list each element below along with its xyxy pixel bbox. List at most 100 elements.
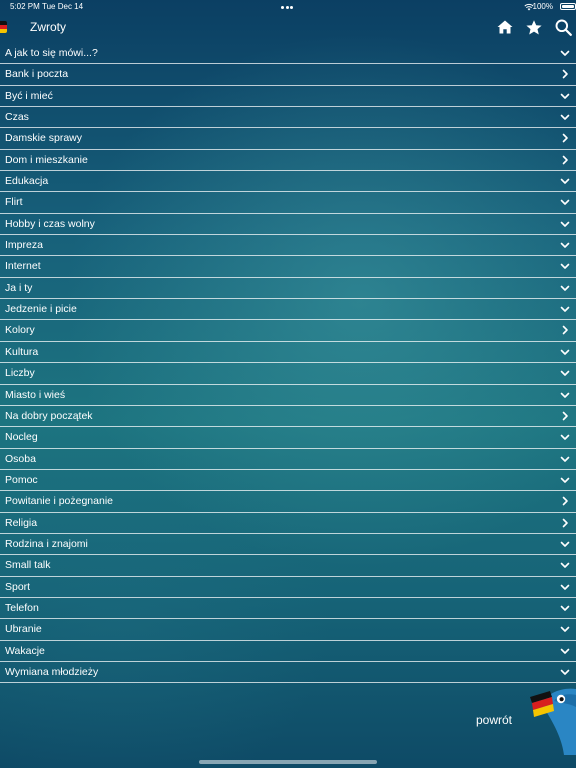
category-row[interactable]: Impreza <box>0 235 576 257</box>
flag-germany-icon <box>0 21 7 33</box>
chevron-down-icon <box>560 221 570 227</box>
home-indicator[interactable] <box>199 760 377 764</box>
chevron-down-icon <box>560 114 570 120</box>
category-label: Być i mieć <box>5 89 53 102</box>
category-row[interactable]: Kolory <box>0 320 576 342</box>
category-row[interactable]: Small talk <box>0 555 576 577</box>
nav-bar: Zwroty <box>0 14 576 40</box>
category-label: Sport <box>5 580 31 593</box>
chevron-down-icon <box>560 264 570 270</box>
chevron-down-icon <box>560 434 570 440</box>
category-row[interactable]: Kultura <box>0 342 576 364</box>
chevron-down-icon <box>560 605 570 611</box>
category-label: Damskie sprawy <box>5 132 83 145</box>
category-label: Dom i mieszkanie <box>5 153 88 166</box>
category-row[interactable]: Wakacje <box>0 641 576 662</box>
category-row[interactable]: Sport <box>0 577 576 598</box>
status-date: Tue Dec 14 <box>42 2 84 11</box>
chevron-right-icon <box>562 134 568 143</box>
chevron-down-icon <box>560 370 570 376</box>
category-label: Rodzina i znajomi <box>5 537 88 550</box>
category-label: Miasto i wieś <box>5 388 66 401</box>
category-list: A jak to się mówi...? Bank i poczta Być i … <box>0 43 576 684</box>
category-row[interactable]: Ubranie <box>0 619 576 641</box>
category-row[interactable]: Wymiana młodzieży <box>0 662 576 684</box>
chevron-down-icon <box>560 669 570 675</box>
category-label: Kultura <box>5 345 39 358</box>
category-label: Liczby <box>5 367 35 380</box>
category-label: Powitanie i pożegnanie <box>5 495 113 508</box>
category-label: Ja i ty <box>5 281 33 294</box>
category-row[interactable]: Nocleg <box>0 427 576 449</box>
category-label: Wymiana młodzieży <box>5 665 99 678</box>
category-label: Hobby i czas wolny <box>5 217 95 230</box>
star-icon <box>526 19 542 34</box>
mascot-bird-flag-icon <box>530 688 576 755</box>
category-label: Impreza <box>5 239 43 252</box>
category-row[interactable]: Damskie sprawy <box>0 128 576 150</box>
multitasking-dots-icon[interactable] <box>281 6 295 9</box>
category-row[interactable]: Jedzenie i picie <box>0 299 576 321</box>
category-label: Bank i poczta <box>5 68 69 81</box>
chevron-right-icon <box>562 411 568 421</box>
chevron-down-icon <box>560 626 570 633</box>
chevron-down-icon <box>560 392 570 398</box>
category-label: Ubranie <box>5 623 42 636</box>
chevron-down-icon <box>560 93 570 99</box>
chevron-right-icon <box>562 70 568 79</box>
category-row[interactable]: Bank i poczta <box>0 64 576 86</box>
category-label: Telefon <box>5 601 39 614</box>
category-label: Small talk <box>5 559 51 572</box>
chevron-down-icon <box>560 178 570 184</box>
back-button[interactable]: powrót <box>476 713 512 728</box>
chevron-down-icon <box>560 242 570 248</box>
category-row[interactable]: Telefon <box>0 598 576 620</box>
chevron-down-icon <box>560 50 570 56</box>
chevron-down-icon <box>560 306 570 312</box>
category-label: Flirt <box>5 196 23 209</box>
category-label: Jedzenie i picie <box>5 303 77 316</box>
category-row[interactable]: Religia <box>0 513 576 534</box>
chevron-right-icon <box>562 326 568 335</box>
category-row[interactable]: Hobby i czas wolny <box>0 214 576 236</box>
category-row[interactable]: Flirt <box>0 192 576 214</box>
category-row[interactable]: A jak to się mówi...? <box>0 43 576 65</box>
chevron-down-icon <box>560 562 570 569</box>
chevron-right-icon <box>562 518 568 527</box>
category-row[interactable]: Osoba <box>0 449 576 470</box>
category-row[interactable]: Czas <box>0 107 576 129</box>
category-row[interactable]: Ja i ty <box>0 278 576 300</box>
category-label: Na dobry początek <box>5 409 93 422</box>
category-label: Edukacja <box>5 175 49 188</box>
chevron-down-icon <box>560 477 570 483</box>
category-label: A jak to się mówi...? <box>5 47 98 59</box>
category-label: Religia <box>5 516 38 529</box>
status-time: 5:02 PM <box>10 2 40 11</box>
battery-percentage: 100% <box>532 2 553 11</box>
category-label: Kolory <box>5 324 35 337</box>
category-label: Internet <box>5 260 41 273</box>
category-label: Czas <box>5 111 29 124</box>
chevron-down-icon <box>560 456 570 462</box>
battery-icon <box>560 3 576 10</box>
search-icon <box>555 19 572 36</box>
category-label: Nocleg <box>5 431 38 444</box>
category-row[interactable]: Na dobry początek <box>0 406 576 428</box>
category-row[interactable]: Powitanie i pożegnanie <box>0 491 576 513</box>
search-button[interactable] <box>553 17 573 37</box>
category-row[interactable]: Miasto i wieś <box>0 385 576 406</box>
status-bar: 5:02 PM Tue Dec 14 100% <box>0 0 576 14</box>
category-row[interactable]: Edukacja <box>0 171 576 193</box>
favorites-button[interactable] <box>524 17 544 37</box>
chevron-down-icon <box>560 285 570 291</box>
category-row[interactable]: Być i mieć <box>0 86 576 108</box>
home-button[interactable] <box>495 17 515 37</box>
chevron-right-icon <box>562 496 568 506</box>
category-row[interactable]: Internet <box>0 256 576 278</box>
category-row[interactable]: Rodzina i znajomi <box>0 534 576 556</box>
category-label: Osoba <box>5 452 36 465</box>
category-row[interactable]: Dom i mieszkanie <box>0 150 576 172</box>
category-row[interactable]: Pomoc <box>0 470 576 492</box>
category-row[interactable]: Liczby <box>0 363 576 385</box>
category-label: Pomoc <box>5 473 38 486</box>
